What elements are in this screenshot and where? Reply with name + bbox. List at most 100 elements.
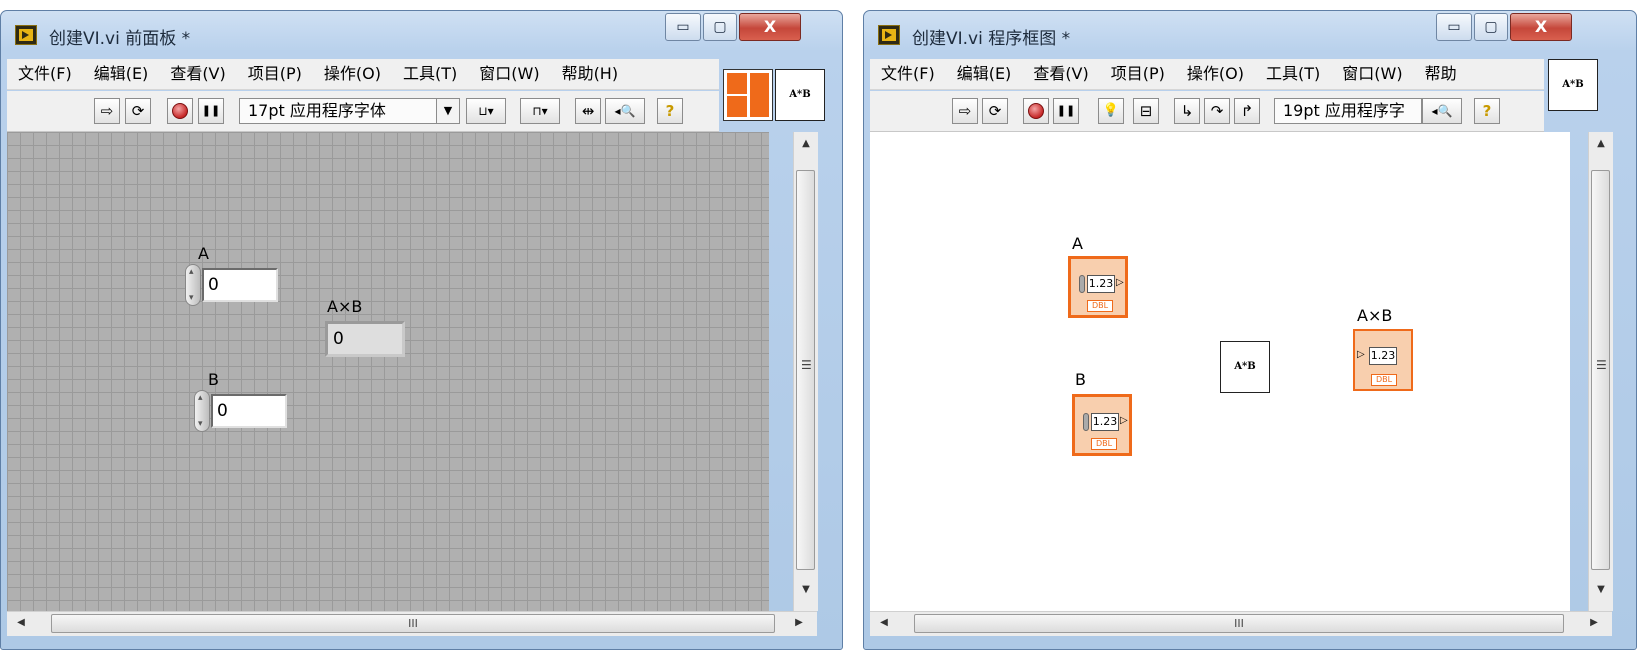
menu-bar: 文件(F) 编辑(E) 查看(V) 项目(P) 操作(O) 工具(T) 窗口(W… — [870, 59, 1544, 90]
stop-icon — [1028, 103, 1044, 119]
font-select[interactable]: 17pt 应用程序字体 ▼ — [239, 98, 460, 124]
abort-execution-button[interactable] — [1023, 98, 1049, 124]
reorder-search-icon[interactable]: ◂🔍 — [605, 98, 645, 124]
vertical-scrollbar[interactable]: ▲ ☰ ▼ — [1588, 132, 1613, 611]
vi-icon[interactable]: A*B — [1548, 59, 1598, 111]
run-arrow-icon[interactable]: ⇨ — [94, 98, 120, 124]
menu-help[interactable]: 帮助 — [1414, 59, 1468, 89]
menu-operate[interactable]: 操作(O) — [1176, 59, 1255, 89]
vertical-scrollbar[interactable]: ▲ ☰ ▼ — [793, 132, 818, 611]
distribute-objects-icon[interactable]: ⊓▾ — [520, 98, 560, 124]
grip-icon: ☰ — [1596, 358, 1607, 372]
font-select[interactable]: 19pt 应用程序字 — [1274, 98, 1422, 124]
run-arrow-icon[interactable]: ⇨ — [952, 98, 978, 124]
minimize-button[interactable]: ▭ — [665, 13, 701, 41]
menu-help[interactable]: 帮助(H) — [551, 59, 630, 89]
vi-icon[interactable]: A*B — [775, 69, 825, 121]
output-arrow-icon: ▷ — [1116, 277, 1124, 288]
resize-objects-icon[interactable]: ⇹ — [575, 98, 601, 124]
menu-tools[interactable]: 工具(T) — [392, 59, 468, 89]
scroll-down-icon[interactable]: ▼ — [794, 584, 818, 595]
connector-pane[interactable] — [723, 69, 773, 121]
labview-vi-icon — [878, 25, 900, 45]
help-icon[interactable]: ? — [1474, 98, 1500, 124]
grip-icon: ☰ — [801, 358, 812, 372]
control-a-input[interactable]: 0 — [202, 268, 278, 302]
pause-icon[interactable]: ❚❚ — [1053, 98, 1079, 124]
indicator-product: 0 — [325, 321, 405, 357]
horizontal-scrollbar[interactable]: ◀ III ▶ — [7, 611, 817, 636]
terminal-product-label: A×B — [1357, 306, 1393, 325]
front-panel-canvas[interactable]: A 0 A×B 0 B 0 — [7, 132, 769, 611]
vertical-scroll-thumb[interactable]: ☰ — [1591, 170, 1610, 570]
toolbar: ⇨ ⟳ ❚❚ 17pt 应用程序字体 ▼ ⊔▾ ⊓▾ ⇹ ◂🔍 ? — [7, 91, 719, 132]
menu-edit[interactable]: 编辑(E) — [83, 59, 160, 89]
help-icon[interactable]: ? — [657, 98, 683, 124]
menu-window[interactable]: 窗口(W) — [1331, 59, 1413, 89]
scroll-right-icon[interactable]: ▶ — [1586, 617, 1602, 628]
control-knob-icon — [1083, 413, 1089, 431]
scroll-up-icon[interactable]: ▲ — [794, 138, 818, 149]
terminal-b[interactable]: 1.23 ▷ DBL — [1072, 394, 1132, 456]
scroll-down-icon[interactable]: ▼ — [1589, 584, 1613, 595]
control-b-input[interactable]: 0 — [211, 394, 287, 428]
menu-file[interactable]: 文件(F) — [7, 59, 83, 89]
chevron-down-icon[interactable]: ▼ — [436, 99, 459, 123]
terminal-a-value: 1.23 — [1087, 275, 1115, 293]
toolbar: ⇨ ⟳ ❚❚ 💡 ⊟ ↳ ↷ ↱ 19pt 应用程序字 ◂🔍 ? — [870, 91, 1544, 132]
maximize-button[interactable]: ▢ — [1474, 13, 1508, 41]
step-into-icon[interactable]: ↳ — [1174, 98, 1200, 124]
terminal-product[interactable]: ▷ 1.23 DBL — [1353, 329, 1413, 391]
terminal-a[interactable]: 1.23 ▷ DBL — [1068, 256, 1128, 318]
maximize-button[interactable]: ▢ — [703, 13, 737, 41]
terminal-a-dtype: DBL — [1087, 300, 1113, 312]
terminal-b-dtype: DBL — [1091, 438, 1117, 450]
step-over-icon[interactable]: ↷ — [1204, 98, 1230, 124]
minimize-button[interactable]: ▭ — [1436, 13, 1472, 41]
menu-window[interactable]: 窗口(W) — [468, 59, 550, 89]
font-select-value: 17pt 应用程序字体 — [248, 101, 386, 120]
menu-project[interactable]: 项目(P) — [1100, 59, 1176, 89]
highlight-execution-icon[interactable]: 💡 — [1098, 98, 1124, 124]
menu-bar: 文件(F) 编辑(E) 查看(V) 项目(P) 操作(O) 工具(T) 窗口(W… — [7, 59, 719, 90]
window-title: 创建VI.vi 程序框图 * — [912, 29, 1071, 49]
input-arrow-icon: ▷ — [1357, 349, 1365, 360]
menu-view[interactable]: 查看(V) — [1022, 59, 1099, 89]
run-continuously-icon[interactable]: ⟳ — [982, 98, 1008, 124]
control-b-increment-icon[interactable] — [194, 390, 210, 432]
menu-project[interactable]: 项目(P) — [237, 59, 313, 89]
menu-tools[interactable]: 工具(T) — [1255, 59, 1331, 89]
front-panel-window[interactable]: 创建VI.vi 前面板 * ▭ ▢ X 文件(F) 编辑(E) 查看(V) 项目… — [0, 10, 843, 650]
align-objects-icon[interactable]: ⊔▾ — [466, 98, 506, 124]
scroll-up-icon[interactable]: ▲ — [1589, 138, 1613, 149]
abort-execution-button[interactable] — [167, 98, 193, 124]
window-title: 创建VI.vi 前面板 * — [49, 29, 191, 49]
run-continuously-icon[interactable]: ⟳ — [125, 98, 151, 124]
horizontal-scroll-thumb[interactable]: III — [51, 614, 775, 633]
control-a-label: A — [198, 244, 209, 263]
menu-view[interactable]: 查看(V) — [159, 59, 236, 89]
control-a-increment-icon[interactable] — [185, 264, 201, 306]
horizontal-scrollbar[interactable]: ◀ III ▶ — [870, 611, 1612, 636]
vertical-scroll-thumb[interactable]: ☰ — [796, 170, 815, 570]
menu-file[interactable]: 文件(F) — [870, 59, 946, 89]
horizontal-scroll-thumb[interactable]: III — [914, 614, 1564, 633]
indicator-product-label: A×B — [327, 297, 363, 316]
scroll-left-icon[interactable]: ◀ — [876, 617, 892, 628]
retain-wire-values-icon[interactable]: ⊟ — [1133, 98, 1159, 124]
scroll-left-icon[interactable]: ◀ — [13, 617, 29, 628]
menu-edit[interactable]: 编辑(E) — [946, 59, 1023, 89]
pause-icon[interactable]: ❚❚ — [198, 98, 224, 124]
labview-vi-icon — [15, 25, 37, 45]
block-diagram-canvas[interactable]: A 1.23 ▷ DBL B 1.23 ▷ DBL A*B A×B ▷ 1.23… — [870, 132, 1570, 611]
control-knob-icon — [1079, 275, 1085, 293]
terminal-a-label: A — [1072, 234, 1083, 253]
close-button[interactable]: X — [1510, 13, 1572, 41]
subvi-node[interactable]: A*B — [1220, 341, 1270, 393]
block-diagram-window[interactable]: 创建VI.vi 程序框图 * ▭ ▢ X 文件(F) 编辑(E) 查看(V) 项… — [863, 10, 1637, 650]
reorder-search-icon[interactable]: ◂🔍 — [1422, 98, 1462, 124]
menu-operate[interactable]: 操作(O) — [313, 59, 392, 89]
scroll-right-icon[interactable]: ▶ — [791, 617, 807, 628]
step-out-icon[interactable]: ↱ — [1234, 98, 1260, 124]
close-button[interactable]: X — [739, 13, 801, 41]
